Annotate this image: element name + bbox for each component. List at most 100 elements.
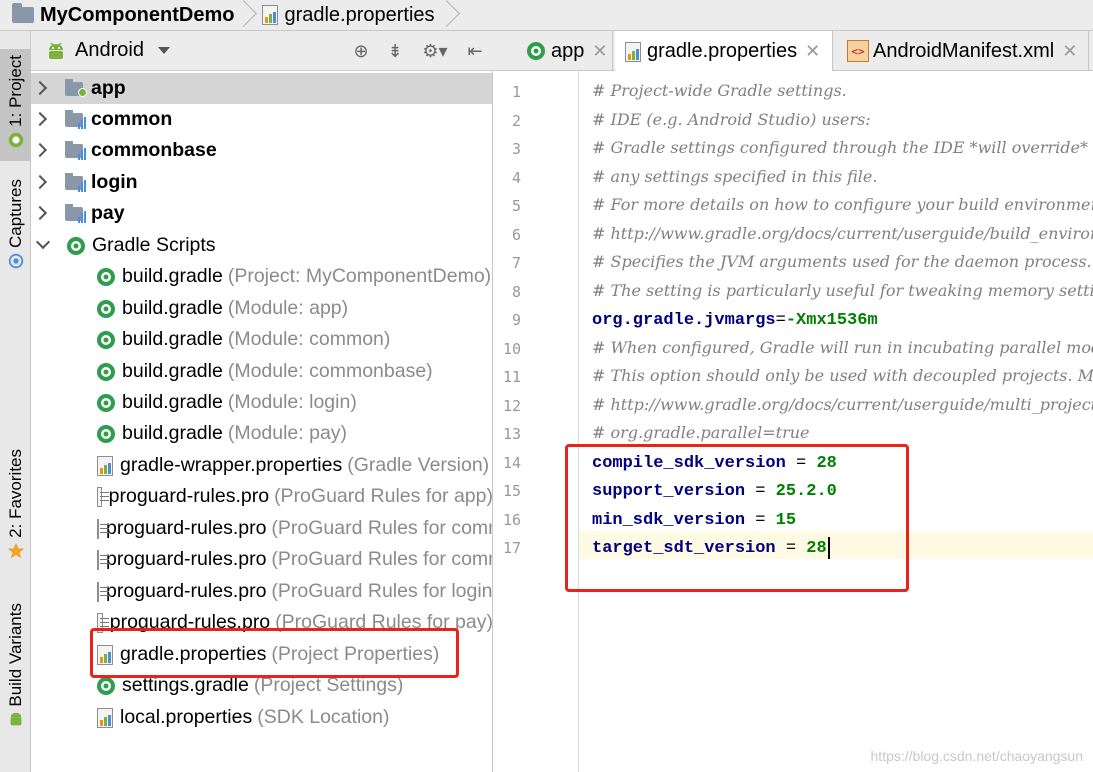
tab-label: gradle.properties [647,40,798,62]
close-icon[interactable]: ✕ [592,41,607,62]
editor-tabs: app ✕ gradle.properties ✕ <> AndroidMani… [493,31,1093,72]
tree-row-script[interactable]: proguard-rules.pro (ProGuard Rules for c… [31,544,492,575]
line-number: 2 [511,112,521,130]
tool-tab-project[interactable]: 1: Project [0,49,31,161]
library-module-icon [65,203,89,223]
close-icon[interactable]: ✕ [1062,41,1077,62]
project-view-selector[interactable]: Android [75,39,144,62]
tree-row-script[interactable]: build.gradle (Module: commonbase) [31,356,492,387]
tree-hint: (SDK Location) [257,706,390,728]
gear-icon[interactable]: ⚙▾ [417,39,453,63]
tree-row-script[interactable]: build.gradle (Module: pay) [31,418,492,449]
properties-file-icon [97,455,113,476]
gradle-icon [527,42,545,60]
tree-row-script[interactable]: proguard-rules.pro (ProGuard Rules for c… [31,513,492,544]
code-comment: # IDE (e.g. Android Studio) users: [592,110,871,129]
tree-hint: (Module: commonbase) [227,360,433,382]
tool-tab-build-variants[interactable]: Build Variants [0,601,31,741]
code-comment: # org.gradle.parallel=true [592,423,810,442]
tool-tab-captures[interactable]: Captures [0,171,31,281]
expand-arrow-icon[interactable] [32,142,48,158]
star-icon [7,542,24,559]
expand-arrow-icon[interactable] [32,111,48,127]
tree-row-module-login[interactable]: login [31,167,492,198]
tree-row-script[interactable]: proguard-rules.pro (ProGuard Rules for a… [31,481,492,512]
breadcrumb-file[interactable]: gradle.properties [254,0,435,31]
tree-row-module-common[interactable]: common [31,104,492,135]
text-file-icon [97,486,109,507]
collapse-all-icon[interactable]: ⇟ [383,39,407,63]
expand-arrow-icon[interactable] [32,80,48,96]
tree-label: gradle-wrapper.properties [120,454,343,476]
tree-label: build.gradle [122,360,223,382]
code-comment: # The setting is particularly useful for… [592,281,1093,300]
locate-icon[interactable]: ⊕ [349,39,373,63]
tool-tab-favorites[interactable]: 2: Favorites [0,443,31,571]
tree-row-script[interactable]: build.gradle (Project: MyComponentDemo) [31,261,492,292]
tree-row-module-app[interactable]: app [31,73,492,104]
gradle-icon [97,362,115,381]
project-panel-header: Android ⊕ ⇟ ⚙▾ ⇤ [31,31,493,71]
tree-row-module-pay[interactable]: pay [31,198,492,229]
tab-app[interactable]: app ✕ [515,31,613,71]
tree-label: proguard-rules.pro [106,580,267,602]
property-key: org.gradle.jvmargs [592,311,776,330]
android-icon [10,712,21,726]
collapse-arrow-icon[interactable] [35,234,51,250]
expand-arrow-icon[interactable] [32,205,48,221]
tree-row-script[interactable]: gradle-wrapper.properties (Gradle Versio… [31,450,492,481]
tree-label: build.gradle [122,422,223,444]
tab-label: AndroidManifest.xml [873,39,1055,62]
line-number: 9 [511,311,521,329]
tool-tab-project-label: 1: Project [5,55,25,127]
tree-label: commonbase [91,139,217,161]
line-number: 15 [502,482,521,500]
line-number: 16 [502,511,521,529]
breadcrumb: MyComponentDemo gradle.properties [0,0,1093,31]
folder-icon [12,3,34,23]
gradle-icon [97,299,115,318]
tree-row-gradle-scripts[interactable]: Gradle Scripts [31,230,492,261]
breadcrumb-separator [443,0,457,31]
tab-label: app [551,39,585,62]
text-file-icon [97,518,109,539]
breadcrumb-project[interactable]: MyComponentDemo [0,0,234,31]
code-comment: # Gradle settings configured through the… [592,138,1088,157]
hide-panel-icon[interactable]: ⇤ [463,39,487,63]
code-comment: # Specifies the JVM arguments used for t… [592,252,1092,271]
line-number: 12 [502,397,521,415]
gradle-icon [97,393,115,412]
tree-row-script[interactable]: build.gradle (Module: login) [31,387,492,418]
breadcrumb-file-label: gradle.properties [284,3,435,26]
tree-label: app [91,77,126,99]
line-number: 4 [511,169,521,187]
properties-file-icon [97,707,113,728]
library-module-icon [65,140,89,160]
line-number: 5 [511,197,521,215]
tab-gradle-properties[interactable]: gradle.properties ✕ [615,31,833,72]
close-icon[interactable]: ✕ [805,41,820,62]
library-module-icon [65,172,89,192]
tool-tab-favorites-label: 2: Favorites [5,449,25,538]
line-number: 3 [511,140,521,158]
text-file-icon [97,581,109,602]
tree-row-script[interactable]: local.properties (SDK Location) [31,702,492,733]
tree-row-script[interactable]: build.gradle (Module: common) [31,324,492,355]
highlight-box-version-properties [565,444,909,592]
code-editor[interactable]: 1 2 3 4 5 6 7 8 9 10 11 12 13 14 15 16 1… [493,71,1093,772]
highlight-box-gradle-properties [90,628,459,678]
expand-arrow-icon[interactable] [32,174,48,190]
app-module-icon [65,78,89,98]
tree-hint: (Module: common) [227,328,391,350]
code-comment: # any settings specified in this file. [592,167,878,186]
tree-row-module-commonbase[interactable]: commonbase [31,135,492,166]
tool-tab-captures-label: Captures [5,179,25,248]
tree-row-script[interactable]: build.gradle (Module: app) [31,293,492,324]
tree-label: build.gradle [122,297,223,319]
tree-label: proguard-rules.pro [108,485,270,507]
line-number: 8 [511,283,521,301]
chevron-down-icon[interactable] [157,47,170,54]
property-equals: = [775,311,786,330]
tab-android-manifest[interactable]: <> AndroidManifest.xml ✕ [835,31,1089,71]
tree-row-script[interactable]: proguard-rules.pro (ProGuard Rules for l… [31,576,492,607]
